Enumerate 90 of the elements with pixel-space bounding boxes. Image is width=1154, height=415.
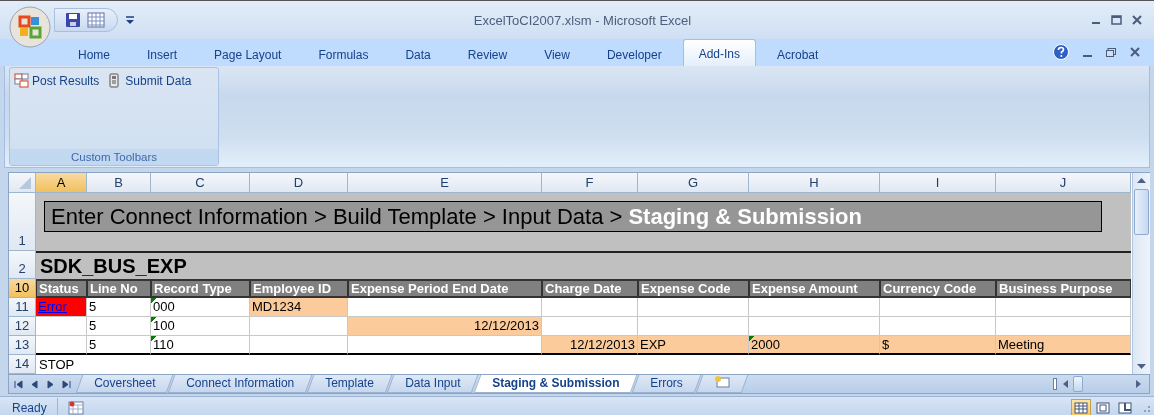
group-label: Custom Toolbars: [10, 149, 218, 165]
row-header[interactable]: 11: [9, 298, 36, 317]
header-cell: Expense Code: [638, 279, 749, 298]
ribbon-tab[interactable]: Review: [451, 43, 524, 66]
column-header[interactable]: G: [638, 173, 749, 193]
table-cell: 000: [151, 298, 250, 317]
ribbon-tab[interactable]: Formulas: [302, 43, 385, 66]
status-text: Ready: [12, 398, 58, 415]
sheet-title: SDK_BUS_EXP: [36, 251, 1131, 279]
scrollbar-thumb[interactable]: [1073, 376, 1083, 392]
row-header[interactable]: 1: [9, 193, 36, 251]
row-header[interactable]: 13: [9, 336, 36, 355]
table-cell: EXP: [638, 336, 749, 355]
column-header[interactable]: E: [348, 173, 542, 193]
cell-text: STOP: [38, 356, 76, 374]
macro-record-icon[interactable]: [67, 401, 84, 415]
header-cell: Record Type: [151, 279, 250, 298]
ribbon-tab[interactable]: Data: [389, 43, 447, 66]
view-button[interactable]: [1093, 399, 1113, 415]
close-icon[interactable]: [1132, 15, 1142, 25]
next-sheet-icon[interactable]: [46, 379, 55, 389]
column-header[interactable]: I: [880, 173, 996, 193]
column-header[interactable]: A: [36, 173, 87, 193]
column-header[interactable]: H: [749, 173, 880, 193]
ribbon-tab[interactable]: Home: [62, 43, 126, 66]
breadcrumb-banner: Enter Connect Information > Build Template > Input Data > Staging & Submission: [44, 200, 1102, 232]
normal-view-icon: [1074, 402, 1088, 414]
table-cell: Meeting: [996, 336, 1131, 355]
row-header[interactable]: 2: [9, 251, 36, 279]
toolbar-button[interactable]: Submit Data: [107, 73, 192, 88]
ribbon-tab[interactable]: Page Layout: [198, 43, 298, 66]
header-cell: Expense Period End Date: [348, 279, 542, 298]
page-break-view-icon: [1118, 402, 1132, 414]
view-button[interactable]: [1115, 399, 1135, 415]
close-icon[interactable]: [1130, 47, 1140, 57]
table-cell: $: [880, 336, 996, 355]
table-icon[interactable]: [87, 12, 105, 28]
previous-sheet-icon[interactable]: [30, 379, 39, 389]
sheet-tab[interactable]: Errors: [631, 375, 701, 393]
resize-grip-icon[interactable]: [1141, 403, 1151, 413]
column-header[interactable]: D: [250, 173, 348, 193]
ribbon-tab[interactable]: Insert: [131, 43, 194, 66]
column-header[interactable]: J: [996, 173, 1131, 193]
sheet-tab[interactable]: Template: [307, 375, 393, 393]
header-cell: Employee ID: [250, 279, 348, 298]
header-cell: Currency Code: [880, 279, 996, 298]
ribbon-tab[interactable]: Acrobat: [761, 43, 835, 66]
table-cell: 5: [87, 317, 151, 336]
header-cell: Status: [36, 279, 87, 298]
sheet-tab[interactable]: Staging & Submission: [473, 375, 638, 393]
first-sheet-icon[interactable]: [14, 379, 23, 389]
ribbon-tab[interactable]: Developer: [590, 43, 678, 66]
view-button[interactable]: [1071, 399, 1091, 415]
row-header[interactable]: 12: [9, 317, 36, 336]
maximize-icon[interactable]: [1111, 15, 1122, 25]
table-cell: MD1234: [250, 298, 348, 317]
sheet-tab[interactable]: Coversheet: [75, 375, 174, 393]
row-header[interactable]: 10: [9, 279, 36, 298]
toolbar-button[interactable]: Post Results: [14, 73, 100, 88]
table-cell: 12/12/2013: [348, 317, 542, 336]
table-cell: 110: [151, 336, 250, 355]
header-cell: Business Purpose: [996, 279, 1131, 298]
table-cell: 100: [151, 317, 250, 336]
window-title: ExcelToCI2007.xlsm - Microsoft Excel: [472, 12, 693, 28]
help-icon[interactable]: [1053, 44, 1069, 60]
ribbon-tab[interactable]: View: [528, 43, 586, 66]
grid-icon: [14, 73, 29, 88]
last-sheet-icon[interactable]: [62, 379, 71, 389]
header-cell: Charge Date: [542, 279, 638, 298]
table-cell: 5: [87, 298, 151, 317]
table-cell: 12/12/2013: [542, 336, 638, 355]
row-header[interactable]: 14: [9, 355, 36, 374]
sheet-tab[interactable]: Data Input: [386, 375, 479, 393]
header-cell: Expense Amount: [749, 279, 880, 298]
page-layout-view-icon: [1096, 402, 1110, 414]
ribbon-tab[interactable]: Add-Ins: [682, 39, 756, 66]
table-cell: 5: [87, 336, 151, 355]
split-handle-icon[interactable]: [1053, 378, 1057, 390]
header-cell: Line No: [87, 279, 151, 298]
scrollbar-thumb[interactable]: [1134, 189, 1149, 235]
column-header[interactable]: B: [87, 173, 151, 193]
column-header[interactable]: C: [151, 173, 250, 193]
sheet-tab[interactable]: Connect Information: [168, 375, 313, 393]
column-header[interactable]: F: [542, 173, 638, 193]
customize-caret-icon[interactable]: [126, 15, 134, 25]
restore-icon[interactable]: [1106, 47, 1116, 57]
scroll-left-icon[interactable]: [1061, 379, 1069, 389]
scroll-right-icon[interactable]: [1135, 379, 1143, 389]
table-cell: 2000: [749, 336, 880, 355]
save-icon[interactable]: [65, 12, 81, 28]
